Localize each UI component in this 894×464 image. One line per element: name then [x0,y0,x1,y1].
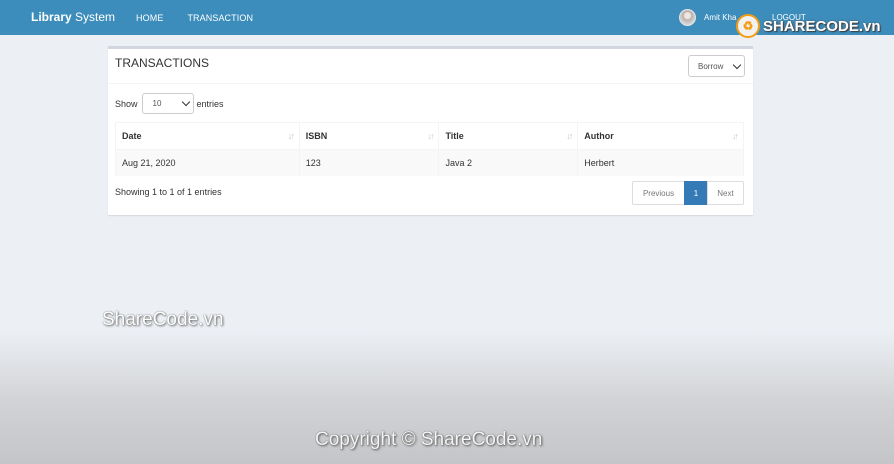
transactions-box: TRANSACTIONS Borrow Show 10 entries Date… [108,46,753,215]
box-title: TRANSACTIONS [115,56,210,70]
cell-date: Aug 21, 2020 [115,149,300,176]
transaction-type-select[interactable]: Borrow [688,55,745,77]
sort-icon: ↓↑ [287,131,295,141]
user-name: Amit Kha [704,13,737,22]
watermark-middle: ShareCode.vn [102,309,224,330]
entries-length-control: Show 10 entries [115,93,224,114]
cell-isbn: 123 [299,149,440,176]
table-row: Aug 21, 2020 123 Java 2 Herbert [115,149,744,176]
chevron-down-icon [732,60,742,70]
column-header-date[interactable]: Date ↓↑ [115,122,300,150]
entries-length-value: 10 [152,99,162,108]
cell-author: Herbert [577,149,744,176]
sort-icon: ↓↑ [566,131,573,141]
box-header: TRANSACTIONS Borrow [108,49,753,84]
length-prefix: Show [115,98,138,109]
user-avatar-icon [679,9,696,26]
table-info: Showing 1 to 1 of 1 entries [115,187,222,197]
pagination-page-1[interactable]: 1 [684,181,708,205]
chevron-down-icon [181,97,190,107]
pagination-previous[interactable]: Previous [632,181,685,205]
brand-bold: Library [31,10,72,24]
brand-rest: System [71,10,116,24]
pagination: Previous 1 Next [632,181,744,205]
column-header-isbn[interactable]: ISBN ↓↑ [299,122,440,150]
user-menu[interactable]: Amit Kha [679,9,736,26]
cell-title: Java 2 [438,149,579,176]
transactions-table: Date ↓↑ ISBN ↓↑ Title ↓↑ Author ↓↑ Aug 21, 2… [115,122,744,176]
column-header-title[interactable]: Title ↓↑ [438,122,579,150]
watermark-copyright: Copyright © ShareCode.vn [315,429,543,450]
sharecode-logo-icon: ♻ [736,14,760,38]
nav-transaction-link[interactable]: TRANSACTION [187,13,253,23]
entries-length-select[interactable]: 10 [141,93,194,114]
pagination-next[interactable]: Next [707,181,744,205]
nav-home-link[interactable]: HOME [136,13,163,23]
sharecode-logo-watermark: ♻ SHARECODE.vn [736,12,894,40]
sort-icon: ↓↑ [427,131,434,141]
length-suffix: entries [196,98,224,109]
sharecode-logo-text: SHARECODE.vn [763,17,881,35]
table-header-row: Date ↓↑ ISBN ↓↑ Title ↓↑ Author ↓↑ [115,122,744,150]
column-header-author[interactable]: Author ↓↑ [577,122,744,150]
sort-icon: ↓↑ [732,131,739,141]
nav-links: HOME TRANSACTION [136,13,277,23]
brand-logo[interactable]: Library System [31,0,115,35]
transaction-type-value: Borrow [698,61,724,71]
